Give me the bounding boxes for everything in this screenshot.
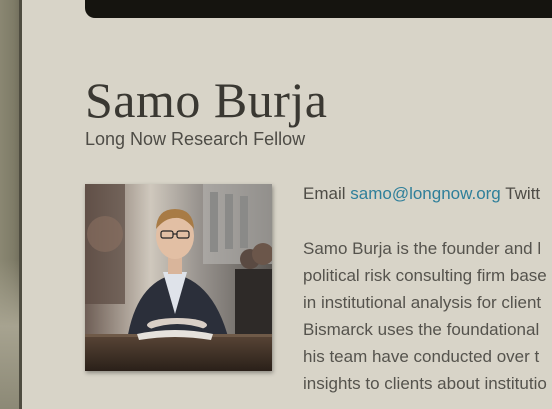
top-navigation-bar: [85, 0, 552, 18]
email-label: Email: [303, 184, 346, 203]
page-subtitle: Long Now Research Fellow: [85, 129, 306, 149]
bio-line: his team have conducted over t: [303, 347, 540, 366]
bio-line: Samo Burja is the founder and l: [303, 239, 542, 258]
bio-line: Bismarck uses the foundational: [303, 320, 540, 339]
email-link[interactable]: samo@longnow.org: [350, 184, 501, 203]
left-border-decoration: [0, 0, 22, 409]
twitter-label: Twitt: [505, 184, 541, 203]
profile-photo: [85, 184, 272, 371]
bio-line: political risk consulting firm base: [303, 266, 547, 285]
page-title: Samo Burja: [85, 72, 328, 128]
bio-line: insights to clients about institutio: [303, 374, 547, 393]
bio-line: in institutional analysis for client: [303, 293, 542, 312]
border-texture: [0, 259, 22, 409]
contact-line: Email samo@longnow.org Twitt: [303, 183, 540, 205]
bio-text: Samo Burja is the founder and l politica…: [303, 235, 552, 397]
